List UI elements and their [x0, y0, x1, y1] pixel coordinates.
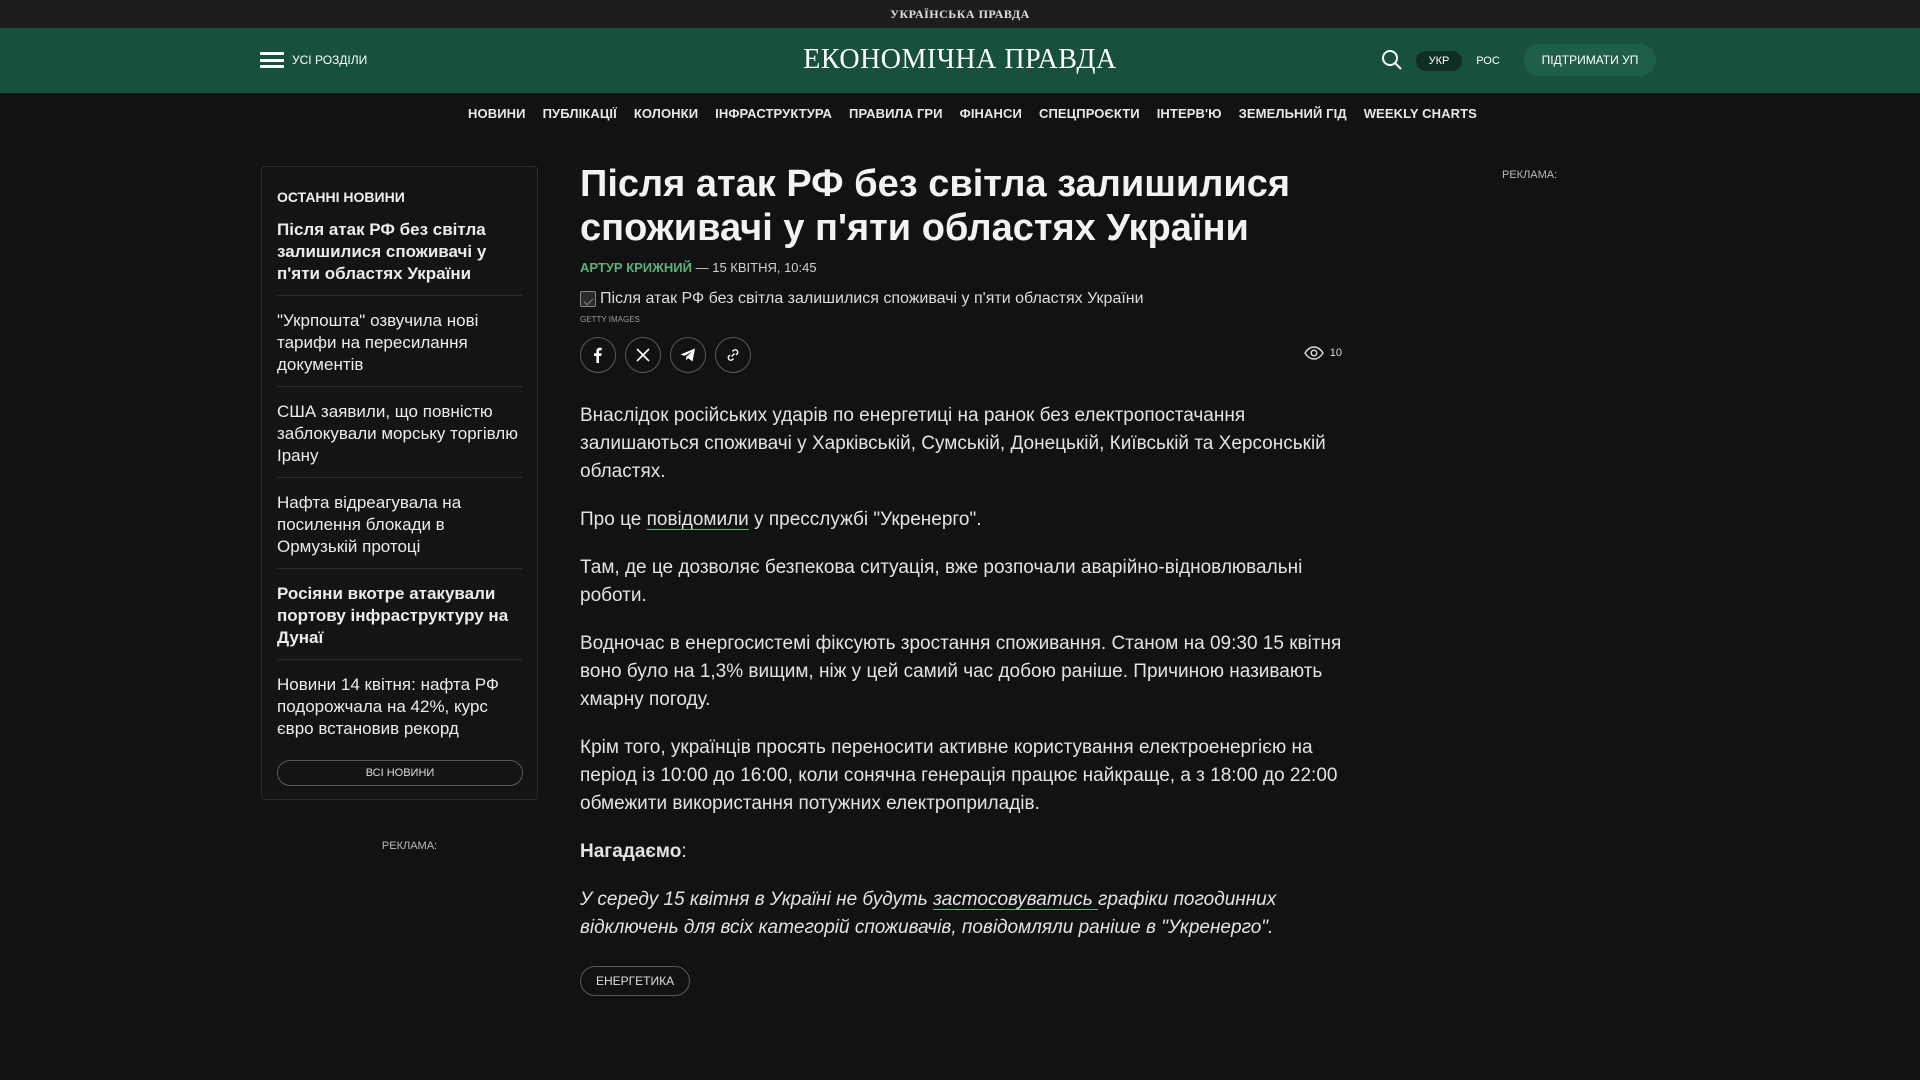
- nav-item-infrastructure[interactable]: ІНФРАСТРУКТУРА: [715, 106, 832, 121]
- article-image: Після атак РФ без світла залишилися спож…: [580, 289, 1342, 309]
- lang-ros-button[interactable]: РОС: [1466, 51, 1510, 71]
- nav-item-land-guide[interactable]: ЗЕМЕЛЬНИЙ ГІД: [1239, 106, 1347, 121]
- facebook-share-button[interactable]: [580, 337, 616, 373]
- x-share-button[interactable]: [625, 337, 661, 373]
- nav-item-special-projects[interactable]: СПЕЦПРОЄКТИ: [1039, 106, 1140, 121]
- article-body: Внаслідок російських ударів по енергетиц…: [580, 402, 1342, 996]
- reminder-colon: :: [681, 841, 687, 862]
- article-title: Після атак РФ без світла залишилися спож…: [580, 163, 1291, 249]
- views-count: 10: [1329, 347, 1342, 359]
- share-bar: 10: [580, 336, 1342, 374]
- byline: Артур Крижний — 15 КВІТНЯ, 10:45: [580, 260, 1342, 275]
- paragraph: Внаслідок російських ударів по енергетиц…: [580, 405, 1326, 482]
- link-icon: [727, 349, 739, 361]
- all-sections-button[interactable]: УСІ РОЗДІЛИ: [260, 52, 367, 68]
- copy-link-button[interactable]: [715, 337, 751, 373]
- publish-date: — 15 КВІТНЯ, 10:45: [691, 260, 817, 275]
- paragraph: Про це повідомили у пресслужбі "Укренерг…: [580, 506, 1342, 534]
- main-nav: НОВИНИ ПУБЛІКАЦІЇ КОЛОНКИ ІНФРАСТРУКТУРА…: [0, 93, 1920, 133]
- related-link[interactable]: застосовуватись: [933, 889, 1098, 910]
- support-button[interactable]: ПІДТРИМАТИ УП: [1524, 44, 1656, 76]
- views-counter: 10: [1303, 346, 1342, 360]
- paragraph: Водночас в енергосистемі фіксують зроста…: [580, 633, 1342, 710]
- eye-icon: [1303, 346, 1324, 360]
- up-title[interactable]: УКРАЇНСЬКА ПРАВДА: [890, 7, 1030, 22]
- paragraph-text: у пресслужбі "Укренерго".: [748, 509, 982, 530]
- paragraph-text: Про це: [580, 509, 647, 530]
- source-link[interactable]: повідомили: [647, 509, 749, 530]
- facebook-icon: [594, 347, 602, 363]
- news-item[interactable]: Новини 14 квітня: нафта РФ подорожчала н…: [277, 674, 522, 750]
- hamburger-icon: [260, 52, 284, 68]
- news-item[interactable]: Нафта відреагувала на посилення блокади …: [277, 492, 522, 569]
- nav-item-interview[interactable]: ІНТЕРВ'Ю: [1157, 106, 1222, 121]
- x-icon: [636, 348, 650, 362]
- search-icon[interactable]: [1380, 48, 1404, 72]
- all-sections-label: УСІ РОЗДІЛИ: [292, 53, 368, 67]
- news-item[interactable]: США заявили, що повністю заблокували мор…: [277, 401, 522, 478]
- broken-image-icon: [580, 291, 596, 307]
- news-item[interactable]: "Укрпошта" озвучила нові тарифи на перес…: [277, 310, 522, 387]
- paragraph: Нагадаємо:: [580, 838, 1342, 866]
- nav-item-columns[interactable]: КОЛОНКИ: [634, 106, 698, 121]
- paragraph: У середу 15 квітня в Україні не будуть з…: [580, 886, 1342, 942]
- nav-item-publications[interactable]: ПУБЛІКАЦІЇ: [543, 106, 617, 121]
- tag-energy[interactable]: ЕНЕРГЕТИКА: [580, 966, 691, 996]
- latest-news-title: ОСТАННІ НОВИНИ: [277, 189, 405, 205]
- paragraph-text: У середу 15 квітня в Україні не будуть: [580, 889, 934, 910]
- ad-label-left: РЕКЛАМА:: [381, 840, 438, 852]
- nav-item-rules[interactable]: ПРАВИЛА ГРИ: [849, 106, 943, 121]
- reminder-label: Нагадаємо: [580, 841, 682, 862]
- image-alt-text: Після атак РФ без світла залишилися спож…: [600, 290, 1144, 307]
- lang-ukr-button[interactable]: УКР: [1416, 51, 1462, 71]
- all-news-button[interactable]: ВСІ НОВИНИ: [277, 760, 523, 786]
- latest-news-sidebar: ОСТАННІ НОВИНИ Після атак РФ без світла …: [261, 166, 538, 800]
- top-strip: УКРАЇНСЬКА ПРАВДА: [0, 0, 1920, 28]
- paragraph: Крім того, українців просять переносити …: [580, 737, 1338, 814]
- ad-label-right: РЕКЛАМА:: [1502, 169, 1558, 181]
- paragraph: Там, де це дозволяє безпекова ситуація, …: [580, 557, 1303, 606]
- article: Після атак РФ без світла залишилися спож…: [580, 162, 1342, 996]
- nav-item-weekly-charts[interactable]: WEEKLY CHARTS: [1364, 106, 1477, 121]
- site-header: УСІ РОЗДІЛИ ЕКОНОМІЧНА ПРАВДА УКР РОС ПІ…: [0, 28, 1920, 93]
- news-item[interactable]: Росіяни вкотре атакували портову інфраст…: [277, 583, 522, 660]
- nav-item-news[interactable]: НОВИНИ: [468, 106, 526, 121]
- nav-item-finance[interactable]: ФІНАНСИ: [960, 106, 1022, 121]
- telegram-share-button[interactable]: [670, 337, 706, 373]
- telegram-icon: [680, 348, 695, 362]
- news-item[interactable]: Після атак РФ без світла залишилися спож…: [277, 219, 522, 296]
- image-credit: GETTY IMAGES: [580, 315, 640, 324]
- author-link[interactable]: Артур Крижний: [580, 260, 692, 275]
